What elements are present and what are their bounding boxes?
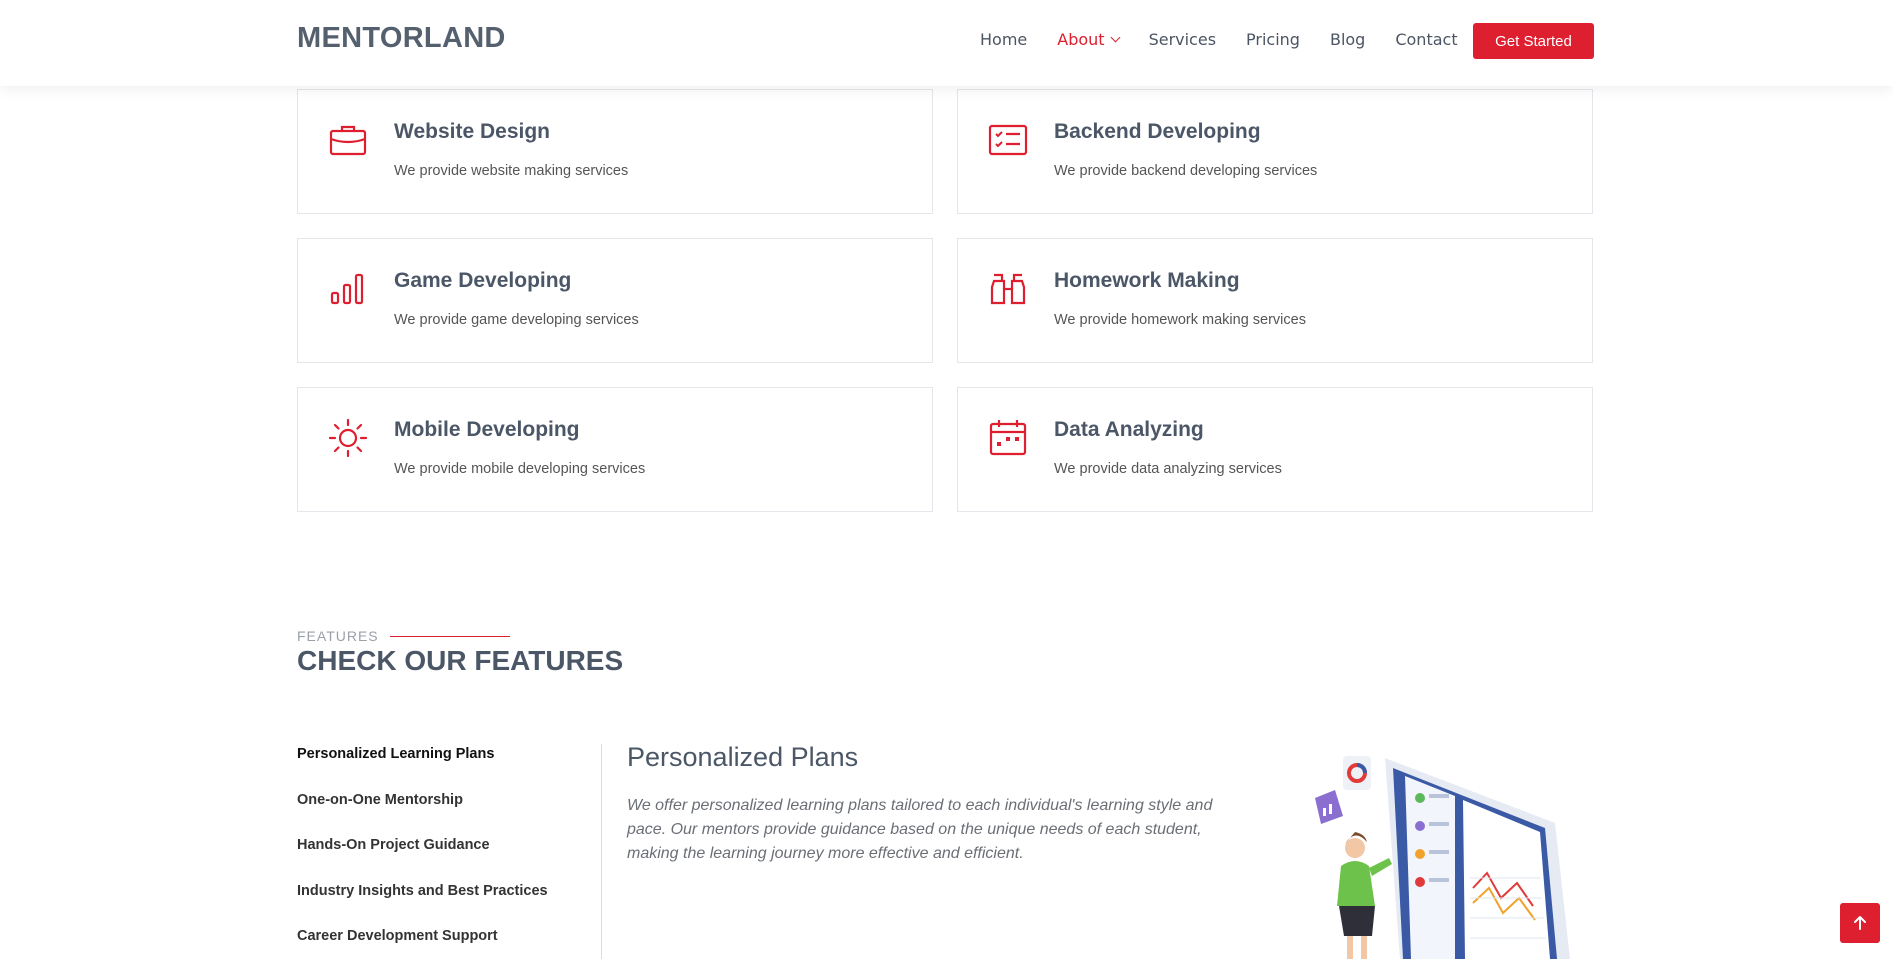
service-title: Website Design bbox=[394, 120, 550, 143]
service-card[interactable]: Website Design We provide website making… bbox=[297, 89, 933, 214]
tab-personalized-learning-plans[interactable]: Personalized Learning Plans bbox=[297, 744, 601, 790]
service-card[interactable]: Backend Developing We provide backend de… bbox=[957, 89, 1593, 214]
service-desc: We provide backend developing services bbox=[1054, 163, 1318, 179]
feature-tabs: Personalized Learning Plans One-on-One M… bbox=[297, 744, 602, 959]
section-label-line bbox=[390, 636, 510, 637]
chevron-down-icon bbox=[1110, 32, 1121, 43]
binoculars-icon bbox=[990, 273, 1026, 305]
tab-one-on-one-mentorship[interactable]: One-on-One Mentorship bbox=[297, 790, 601, 836]
tab-hands-on-project-guidance[interactable]: Hands-On Project Guidance bbox=[297, 835, 601, 881]
service-desc: We provide website making services bbox=[394, 163, 629, 179]
arrow-up-icon bbox=[1854, 916, 1866, 930]
feature-panel-title: Personalized Plans bbox=[627, 742, 859, 772]
service-card[interactable]: Data Analyzing We provide data analyzing… bbox=[957, 387, 1593, 512]
tab-career-development-support[interactable]: Career Development Support bbox=[297, 926, 601, 959]
monitor-graphic bbox=[1385, 758, 1570, 959]
nav-home[interactable]: Home bbox=[980, 30, 1027, 49]
service-title: Homework Making bbox=[1054, 269, 1240, 292]
checklist-icon bbox=[988, 124, 1028, 156]
bar-chart-icon bbox=[330, 273, 364, 305]
features-illustration bbox=[1315, 756, 1570, 959]
section-title: CHECK OUR FEATURES bbox=[297, 645, 624, 676]
nav-blog[interactable]: Blog bbox=[1330, 30, 1365, 49]
back-to-top-button[interactable] bbox=[1840, 903, 1880, 943]
nav-about-label: About bbox=[1057, 30, 1105, 49]
bar-card-graphic bbox=[1315, 790, 1343, 824]
service-desc: We provide game developing services bbox=[394, 312, 639, 328]
site-header: MENTORLAND Home About Services Pricing B… bbox=[0, 0, 1893, 86]
donut-card-graphic bbox=[1343, 756, 1371, 790]
feature-panel-text: We offer personalized learning plans tai… bbox=[627, 797, 1213, 862]
service-card[interactable]: Mobile Developing We provide mobile deve… bbox=[297, 387, 933, 512]
nav-pricing[interactable]: Pricing bbox=[1246, 30, 1300, 49]
tab-industry-insights[interactable]: Industry Insights and Best Practices bbox=[297, 881, 601, 927]
service-title: Game Developing bbox=[394, 269, 572, 292]
service-title: Mobile Developing bbox=[394, 418, 580, 441]
get-started-button[interactable]: Get Started bbox=[1473, 23, 1594, 59]
section-label: FEATURES bbox=[297, 628, 379, 644]
calendar-icon bbox=[989, 420, 1027, 456]
service-desc: We provide mobile developing services bbox=[394, 461, 646, 477]
service-desc: We provide homework making services bbox=[1054, 312, 1306, 328]
service-card[interactable]: Game Developing We provide game developi… bbox=[297, 238, 933, 363]
nav-contact[interactable]: Contact bbox=[1395, 30, 1457, 49]
site-logo[interactable]: MENTORLAND bbox=[297, 22, 506, 55]
service-card[interactable]: Homework Making We provide homework maki… bbox=[957, 238, 1593, 363]
sun-icon bbox=[328, 418, 368, 458]
briefcase-icon bbox=[329, 125, 367, 156]
presenter-graphic bbox=[1337, 832, 1392, 959]
nav-services[interactable]: Services bbox=[1149, 30, 1216, 49]
service-title: Data Analyzing bbox=[1054, 418, 1204, 441]
service-title: Backend Developing bbox=[1054, 120, 1261, 143]
nav-about[interactable]: About bbox=[1057, 30, 1121, 49]
service-desc: We provide data analyzing services bbox=[1054, 461, 1282, 477]
main-nav: Home About Services Pricing Blog Contact bbox=[980, 30, 1488, 49]
